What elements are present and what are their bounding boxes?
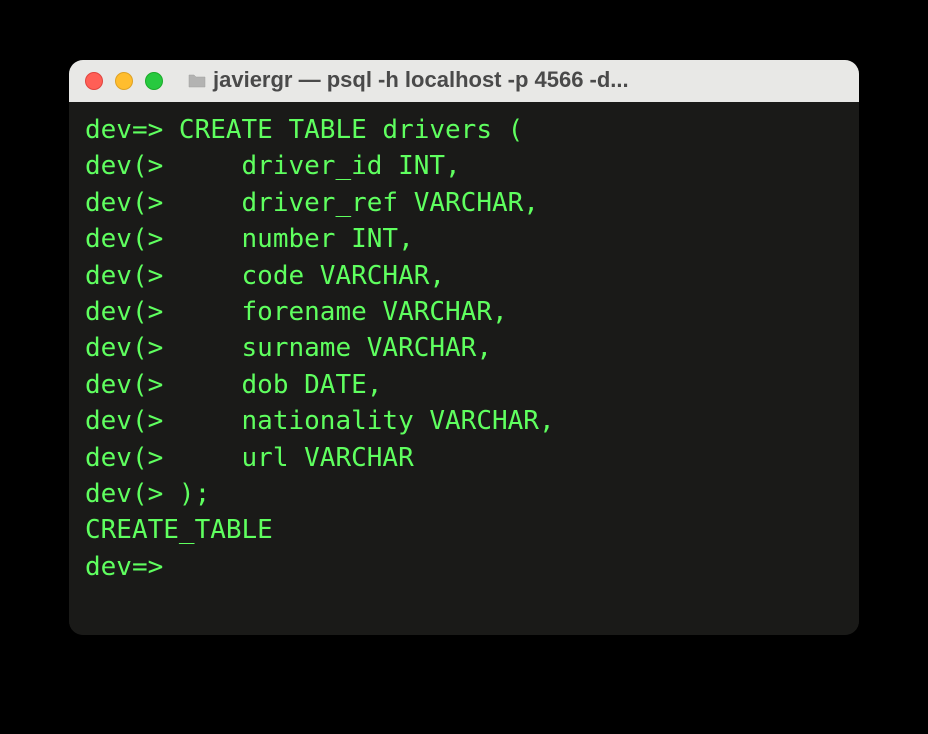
terminal-body[interactable]: dev=> CREATE TABLE drivers ( dev(> drive… — [69, 102, 859, 635]
terminal-line: dev(> url VARCHAR — [85, 440, 843, 476]
minimize-button[interactable] — [115, 72, 133, 90]
window-title: javiergr — psql -h localhost -p 4566 -d.… — [175, 67, 843, 94]
traffic-lights — [85, 72, 163, 90]
terminal-line: dev=> CREATE TABLE drivers ( — [85, 112, 843, 148]
window-title-text: javiergr — psql -h localhost -p 4566 -d.… — [213, 67, 629, 92]
terminal-line: dev(> driver_id INT, — [85, 148, 843, 184]
terminal-line: dev(> surname VARCHAR, — [85, 330, 843, 366]
terminal-line: dev(> driver_ref VARCHAR, — [85, 185, 843, 221]
terminal-line: dev(> nationality VARCHAR, — [85, 403, 843, 439]
terminal-line: dev(> forename VARCHAR, — [85, 294, 843, 330]
title-bar: javiergr — psql -h localhost -p 4566 -d.… — [69, 60, 859, 102]
terminal-line: dev(> ); — [85, 476, 843, 512]
terminal-line: dev(> code VARCHAR, — [85, 258, 843, 294]
terminal-line: dev(> dob DATE, — [85, 367, 843, 403]
terminal-window: javiergr — psql -h localhost -p 4566 -d.… — [69, 60, 859, 635]
maximize-button[interactable] — [145, 72, 163, 90]
terminal-line: dev(> number INT, — [85, 221, 843, 257]
terminal-line: CREATE_TABLE — [85, 512, 843, 548]
close-button[interactable] — [85, 72, 103, 90]
folder-icon — [187, 69, 207, 95]
terminal-line: dev=> — [85, 549, 843, 585]
